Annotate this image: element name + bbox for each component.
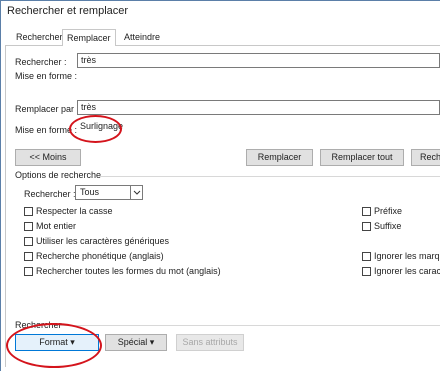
replace-input[interactable]: très (77, 100, 440, 115)
option-label: Utiliser les caractères génériques (36, 236, 170, 246)
replace-button[interactable]: Remplacer (246, 149, 313, 166)
special-button[interactable]: Spécial ▾ (105, 334, 167, 351)
replace-format-label: Mise en forme : (15, 125, 78, 135)
option-label: Ignorer les marqu (374, 251, 440, 261)
replace-label: Remplacer par : (15, 104, 80, 114)
chevron-down-icon[interactable] (130, 186, 143, 199)
tab-replace[interactable]: Remplacer (62, 29, 116, 46)
option-label: Préfixe (374, 206, 403, 216)
find-next-button-label: Rech (420, 152, 440, 162)
checkbox[interactable] (362, 207, 371, 216)
option-label: Mot entier (36, 221, 77, 231)
tab-replace-label: Remplacer (67, 33, 111, 43)
option-label: Rechercher toutes les formes du mot (ang… (36, 266, 221, 276)
tab-find[interactable]: Rechercher (12, 30, 67, 44)
checkbox[interactable] (24, 207, 33, 216)
search-direction-label: Rechercher : (24, 189, 76, 199)
replace-all-button[interactable]: Remplacer tout (320, 149, 404, 166)
search-direction-value: Tous (80, 187, 100, 197)
option-label: Recherche phonétique (anglais) (36, 251, 164, 261)
find-label: Rechercher : (15, 57, 67, 67)
find-replace-dialog: Rechercher et remplacer Rechercher Rempl… (0, 0, 440, 371)
no-formatting-button[interactable]: Sans attributs (176, 334, 244, 351)
checkbox[interactable] (24, 252, 33, 261)
checkbox[interactable] (362, 222, 371, 231)
option-label: Ignorer les caract (374, 266, 440, 276)
dropdown-arrow-icon: ▾ (149, 337, 155, 347)
search-direction-select[interactable]: Tous (75, 185, 143, 200)
checkbox[interactable] (362, 267, 371, 276)
checkbox[interactable] (362, 252, 371, 261)
option-label: Respecter la casse (36, 206, 113, 216)
search-options-header: Options de recherche (15, 170, 102, 180)
annotation-circle-format-button (6, 323, 102, 368)
tab-goto-label: Atteindre (124, 32, 161, 42)
window-title: Rechercher et remplacer (7, 5, 129, 17)
no-formatting-button-label: Sans attributs (182, 337, 238, 347)
tab-goto[interactable]: Atteindre (120, 30, 164, 44)
tab-find-label: Rechercher (16, 32, 63, 42)
replace-all-button-label: Remplacer tout (331, 152, 393, 162)
find-next-button[interactable]: Rech (411, 149, 440, 166)
option-label: Suffixe (374, 221, 402, 231)
special-button-label: Spécial (117, 337, 148, 347)
checkbox[interactable] (24, 222, 33, 231)
find-format-label: Mise en forme : (15, 71, 78, 81)
replace-button-label: Remplacer (257, 152, 302, 162)
less-button[interactable]: << Moins (15, 149, 81, 166)
find-input[interactable]: très (77, 53, 440, 68)
checkbox[interactable] (24, 237, 33, 246)
checkbox[interactable] (24, 267, 33, 276)
annotation-circle-format (69, 115, 122, 143)
options-separator (100, 176, 440, 177)
bottom-separator (60, 325, 440, 326)
